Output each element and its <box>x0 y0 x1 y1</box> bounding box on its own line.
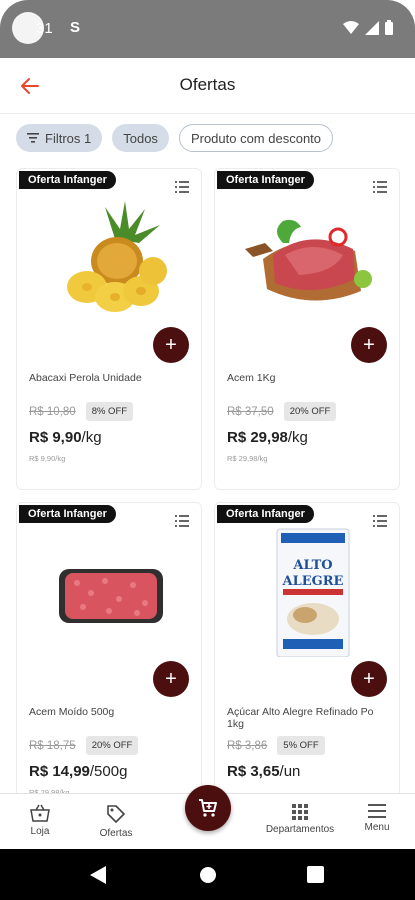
unit-price: R$ 29,98/kg <box>227 454 268 463</box>
nav-label: Ofertas <box>99 828 133 839</box>
old-price: R$ 10,80 <box>29 405 76 418</box>
plus-icon: + <box>165 667 177 690</box>
product-name: Acem 1Kg <box>227 372 276 384</box>
plus-icon: + <box>363 667 375 690</box>
add-to-cart-button[interactable]: + <box>153 327 189 363</box>
sugar-bag-image: ALTO ALEGRE <box>276 528 350 657</box>
discount-badge: 20% OFF <box>283 402 337 421</box>
product-card[interactable]: Oferta Infanger + Acem Moído 500g R$ 18,… <box>16 502 202 824</box>
cart-icon <box>199 799 217 817</box>
status-bar: 31 S <box>0 0 415 58</box>
add-to-cart-button[interactable]: + <box>351 327 387 363</box>
product-card[interactable]: Oferta Infanger + Acem 1Kg R$ 37,50 20% … <box>214 168 400 490</box>
nav-label: Menu <box>364 822 390 833</box>
old-price: R$ 37,50 <box>227 405 274 418</box>
system-home-icon[interactable] <box>199 866 217 884</box>
notification-icon: S <box>70 19 81 36</box>
todos-chip[interactable]: Todos <box>112 124 169 152</box>
product-card[interactable]: Oferta Infanger + Abacaxi Perola Unidade… <box>16 168 202 490</box>
add-to-cart-button[interactable]: + <box>153 661 189 697</box>
current-price: R$ 29,98/kg <box>227 429 308 446</box>
system-recents-icon[interactable] <box>307 866 324 883</box>
discount-badge: 5% OFF <box>277 736 325 755</box>
list-icon[interactable] <box>175 515 189 527</box>
svg-text:ALEGRE: ALEGRE <box>282 574 344 589</box>
current-price: R$ 3,65/un <box>227 763 301 780</box>
list-icon[interactable] <box>373 181 387 193</box>
list-icon[interactable] <box>175 181 189 193</box>
plus-icon: + <box>165 333 177 356</box>
filters-chip[interactable]: Filtros 1 <box>16 124 103 152</box>
menu-icon <box>368 804 386 818</box>
beef-image <box>245 219 372 301</box>
product-name: Açúcar Alto Alegre Refinado Po 1kg <box>227 706 374 730</box>
system-back-icon[interactable] <box>90 866 106 884</box>
product-name: Abacaxi Perola Unidade <box>29 372 142 384</box>
todos-chip-label: Todos <box>123 130 158 146</box>
discount-badge: 20% OFF <box>85 736 139 755</box>
pineapple-image <box>67 201 167 312</box>
old-price: R$ 3,86 <box>227 739 268 752</box>
current-price: R$ 14,99/500g <box>29 763 128 780</box>
nav-item-ofertas[interactable]: Ofertas <box>96 804 136 839</box>
offer-badge: Oferta Infanger <box>19 505 116 523</box>
page-title: Ofertas <box>179 75 236 94</box>
filters-chip-label: Filtros 1 <box>45 130 92 146</box>
discount-chip-label: Produto com desconto <box>190 130 322 146</box>
filter-bar: Filtros 1 Todos Produto com desconto <box>16 124 334 152</box>
product-name: Acem Moído 500g <box>29 706 115 718</box>
cart-button[interactable] <box>185 785 231 831</box>
nav-item-departamentos[interactable]: Departamentos <box>261 804 339 835</box>
nav-label: Loja <box>30 826 50 837</box>
system-nav-bar <box>0 849 415 900</box>
product-card[interactable]: Oferta Infanger ALTO ALEGRE + Açúcar Alt… <box>214 502 400 824</box>
discount-chip[interactable]: Produto com desconto <box>178 124 334 152</box>
discount-badge: 8% OFF <box>85 402 134 421</box>
plus-icon: + <box>363 333 375 356</box>
tag-icon <box>107 805 125 823</box>
current-price: R$ 9,90/kg <box>29 429 102 446</box>
old-price: R$ 18,75 <box>29 739 76 752</box>
status-time: 31 <box>36 20 53 37</box>
signal-icon <box>365 20 379 35</box>
filter-icon <box>27 133 39 143</box>
unit-price: R$ 9,90/kg <box>29 454 66 463</box>
basket-icon <box>30 804 50 822</box>
nav-item-menu[interactable]: Menu <box>361 804 393 833</box>
brand-logo: ALTO <box>292 558 332 573</box>
ground-beef-image <box>59 569 163 623</box>
grid-icon <box>292 804 308 820</box>
list-icon[interactable] <box>373 515 387 527</box>
nav-label: Departamentos <box>265 824 335 835</box>
offer-badge: Oferta Infanger <box>19 171 116 189</box>
wifi-icon <box>343 20 359 34</box>
nav-item-loja[interactable]: Loja <box>26 804 54 837</box>
app-header: Ofertas <box>0 58 415 114</box>
offer-badge: Oferta Infanger <box>217 171 314 189</box>
add-to-cart-button[interactable]: + <box>351 661 387 697</box>
battery-icon <box>385 20 393 35</box>
